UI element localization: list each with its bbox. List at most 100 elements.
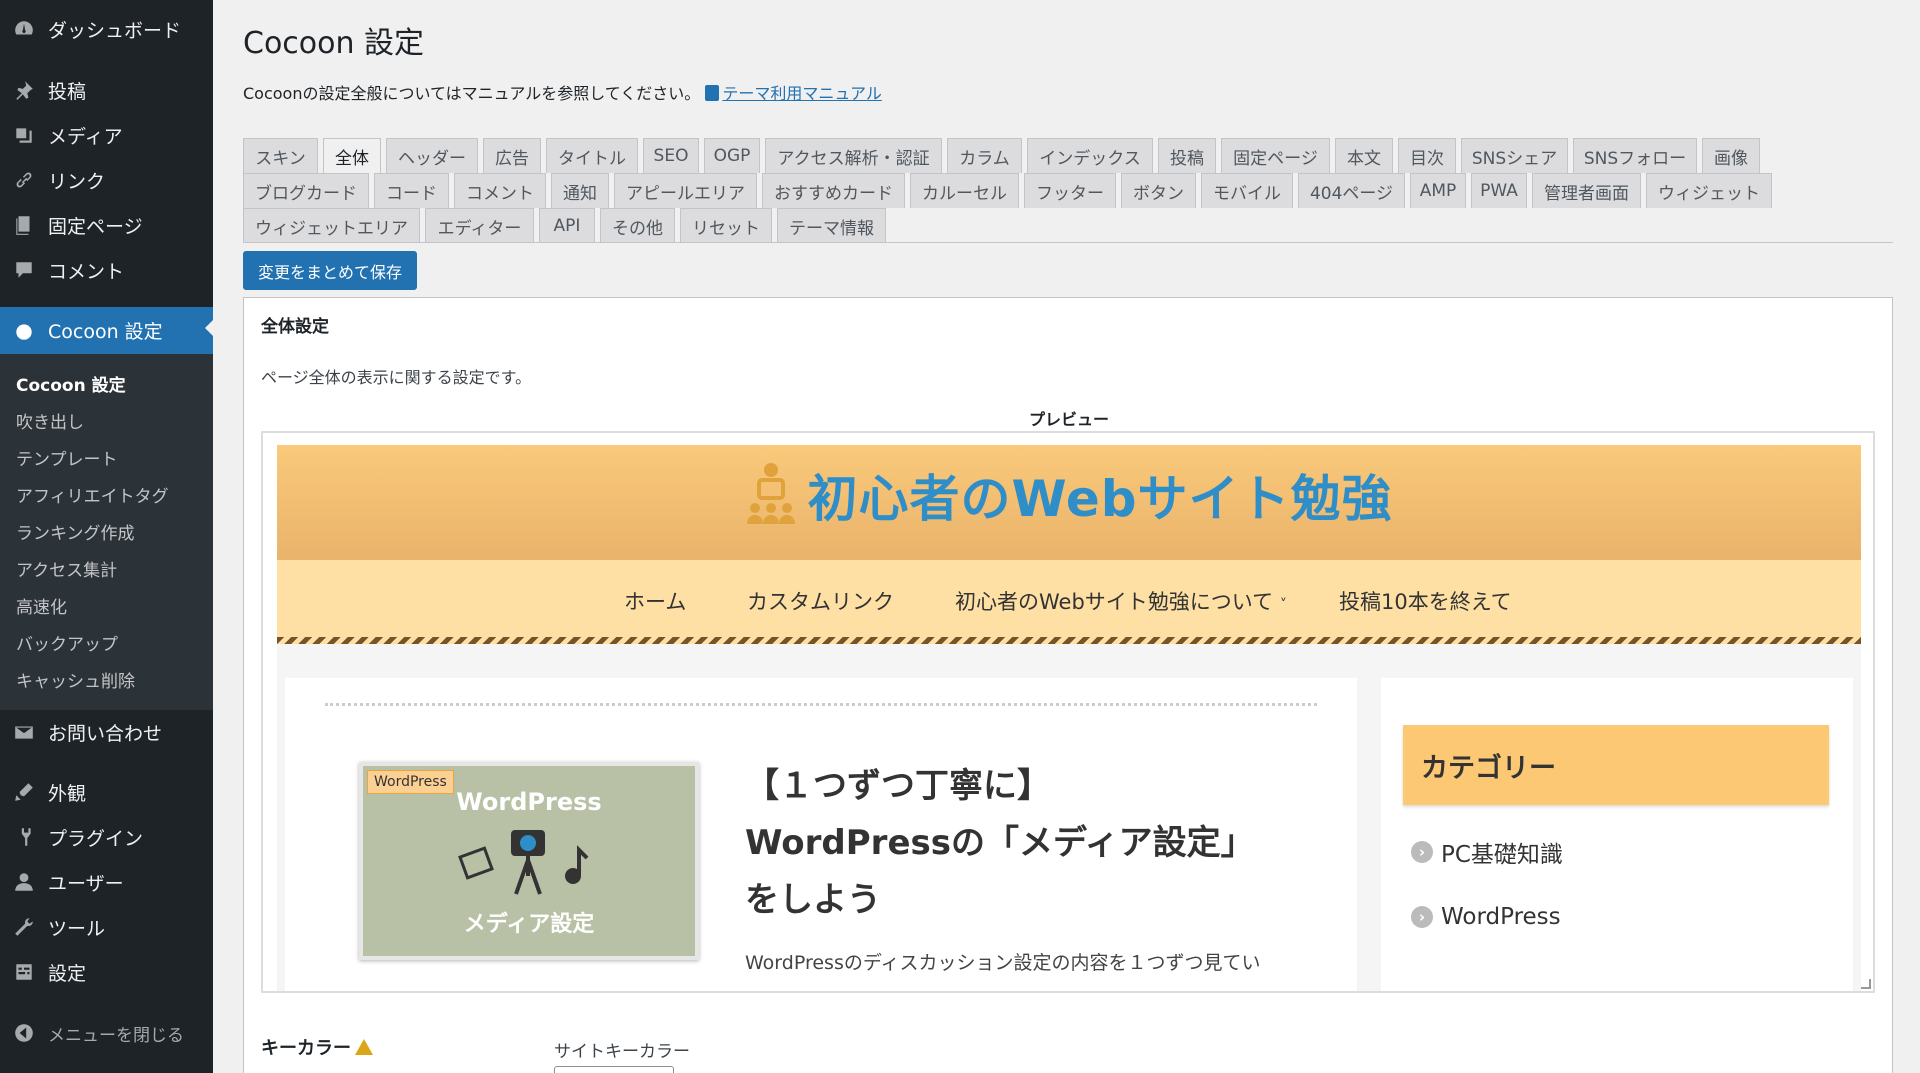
- preview-viewport: 初心者のWebサイト勉強 ホーム カスタムリンク 初心者のWebサイト勉強につい…: [277, 445, 1861, 991]
- tab-1-7[interactable]: フッター: [1024, 173, 1116, 208]
- menu-appearance[interactable]: 外観: [0, 771, 213, 813]
- submenu-template[interactable]: テンプレート: [16, 445, 118, 470]
- menu-links[interactable]: リンク: [0, 159, 213, 201]
- user-icon: [12, 870, 36, 894]
- collapse-menu-button[interactable]: メニューを閉じる: [0, 1012, 213, 1054]
- cocoon-submenu: Cocoon 設定 吹き出し テンプレート アフィリエイトタグ ランキング作成 …: [0, 354, 213, 710]
- menu-label: コメント: [48, 260, 125, 283]
- tab-2-3[interactable]: その他: [600, 208, 675, 243]
- nav-custom-link[interactable]: カスタムリンク: [747, 586, 894, 616]
- menu-comments[interactable]: コメント: [0, 249, 213, 291]
- tab-0-13[interactable]: 目次: [1398, 138, 1456, 173]
- tab-1-8[interactable]: ボタン: [1121, 173, 1196, 208]
- thumbnail-title: WordPress: [456, 788, 602, 816]
- tab-1-1[interactable]: コード: [374, 173, 449, 208]
- nav-about-label: 初心者のWebサイト勉強について: [955, 590, 1274, 614]
- tab-1-12[interactable]: PWA: [1471, 173, 1527, 208]
- submenu-cocoon-settings[interactable]: Cocoon 設定: [16, 371, 126, 396]
- tab-0-0[interactable]: スキン: [243, 138, 318, 173]
- tab-0-1[interactable]: 全体: [323, 138, 381, 173]
- tab-1-2[interactable]: コメント: [454, 173, 546, 208]
- tab-0-3[interactable]: 広告: [483, 138, 541, 173]
- menu-plugins[interactable]: プラグイン: [0, 816, 213, 858]
- media-icon: [12, 123, 36, 147]
- menu-label: プラグイン: [48, 827, 144, 850]
- tab-2-4[interactable]: リセット: [680, 208, 772, 243]
- tab-0-5[interactable]: SEO: [643, 138, 699, 173]
- save-all-button[interactable]: 変更をまとめて保存: [243, 251, 418, 290]
- submenu-affiliate-tag[interactable]: アフィリエイトタグ: [16, 482, 169, 507]
- submenu-balloon[interactable]: 吹き出し: [16, 408, 84, 433]
- menu-label: リンク: [48, 170, 106, 193]
- tab-1-9[interactable]: モバイル: [1201, 173, 1293, 208]
- submenu-backup[interactable]: バックアップ: [16, 630, 118, 655]
- tab-1-14[interactable]: ウィジェット: [1646, 173, 1772, 208]
- submenu-speedup[interactable]: 高速化: [16, 593, 67, 618]
- menu-contact[interactable]: お問い合わせ: [0, 711, 213, 753]
- menu-dashboard[interactable]: ダッシュボード: [0, 8, 213, 50]
- nav-about[interactable]: 初心者のWebサイト勉強について ˅: [955, 586, 1287, 616]
- tab-0-6[interactable]: OGP: [704, 138, 760, 173]
- category-item[interactable]: › PC基礎知識: [1411, 835, 1563, 869]
- people-icon: [747, 463, 796, 524]
- tab-0-7[interactable]: アクセス解析・認証: [765, 138, 942, 173]
- tab-1-13[interactable]: 管理者画面: [1532, 173, 1641, 208]
- tab-2-2[interactable]: API: [539, 208, 595, 243]
- site-preview: 初心者のWebサイト勉強 ホーム カスタムリンク 初心者のWebサイト勉強につい…: [261, 431, 1875, 993]
- tab-1-3[interactable]: 通知: [551, 173, 609, 208]
- nav-ten-posts[interactable]: 投稿10本を終えて: [1339, 586, 1512, 616]
- chevron-right-icon: ›: [1411, 906, 1433, 928]
- menu-settings[interactable]: 設定: [0, 951, 213, 993]
- tab-2-5[interactable]: テーマ情報: [777, 208, 886, 243]
- tab-0-15[interactable]: SNSフォロー: [1573, 138, 1697, 173]
- tab-1-4[interactable]: アピールエリア: [614, 173, 757, 208]
- menu-label: Cocoon 設定: [48, 321, 163, 343]
- tab-0-14[interactable]: SNSシェア: [1461, 138, 1568, 173]
- main-content: Cocoon 設定 Cocoonの設定全般についてはマニュアルを参照してください…: [213, 0, 1920, 1073]
- mail-icon: [12, 720, 36, 744]
- appearance-icon: [12, 780, 36, 804]
- tab-2-1[interactable]: エディター: [425, 208, 534, 243]
- tab-1-10[interactable]: 404ページ: [1298, 173, 1405, 208]
- tool-icon: [12, 915, 36, 939]
- key-color-picker[interactable]: [554, 1066, 674, 1073]
- menu-label: ツール: [48, 917, 106, 940]
- tab-1-11[interactable]: AMP: [1410, 173, 1466, 208]
- warning-icon: [355, 1039, 373, 1055]
- tab-0-12[interactable]: 本文: [1335, 138, 1393, 173]
- menu-posts[interactable]: 投稿: [0, 69, 213, 111]
- tab-0-2[interactable]: ヘッダー: [386, 138, 478, 173]
- article-title-line: WordPressの「メディア設定」: [745, 823, 1255, 863]
- menu-cocoon-settings[interactable]: Cocoon 設定: [0, 307, 213, 354]
- menu-tools[interactable]: ツール: [0, 906, 213, 948]
- tab-0-16[interactable]: 画像: [1702, 138, 1760, 173]
- plugin-icon: [12, 825, 36, 849]
- key-color-label: キーカラー: [261, 1034, 373, 1060]
- tab-1-5[interactable]: おすすめカード: [762, 173, 905, 208]
- tab-0-10[interactable]: 投稿: [1158, 138, 1216, 173]
- manual-link[interactable]: テーマ利用マニュアル: [705, 84, 882, 103]
- tab-0-8[interactable]: カラム: [947, 138, 1022, 173]
- submenu-access-count[interactable]: アクセス集計: [16, 556, 117, 581]
- tab-2-0[interactable]: ウィジェットエリア: [243, 208, 420, 243]
- category-item[interactable]: › WordPress: [1411, 904, 1561, 930]
- menu-users[interactable]: ユーザー: [0, 861, 213, 903]
- tab-divider: [243, 242, 1893, 243]
- tab-0-4[interactable]: タイトル: [546, 138, 638, 173]
- tab-0-11[interactable]: 固定ページ: [1221, 138, 1330, 173]
- resize-handle[interactable]: [1861, 979, 1871, 989]
- chevron-down-icon: ˅: [1279, 597, 1287, 613]
- article-title[interactable]: 【１つずつ丁寧に】 WordPressの「メディア設定」 をしよう: [745, 758, 1305, 929]
- submenu-ranking[interactable]: ランキング作成: [16, 519, 135, 544]
- submenu-cache-delete[interactable]: キャッシュ削除: [16, 667, 135, 692]
- tab-0-9[interactable]: インデックス: [1027, 138, 1153, 173]
- article-thumbnail[interactable]: WordPress WordPress メディア設定: [359, 762, 699, 960]
- tab-1-6[interactable]: カルーセル: [910, 173, 1019, 208]
- dotted-divider: [325, 703, 1317, 706]
- menu-pages[interactable]: 固定ページ: [0, 204, 213, 246]
- nav-home[interactable]: ホーム: [624, 586, 686, 616]
- tab-1-0[interactable]: ブログカード: [243, 173, 369, 208]
- menu-label: ダッシュボード: [48, 19, 182, 42]
- menu-media[interactable]: メディア: [0, 114, 213, 156]
- preview-sidebar: カテゴリー › PC基礎知識 › WordPress: [1381, 678, 1853, 991]
